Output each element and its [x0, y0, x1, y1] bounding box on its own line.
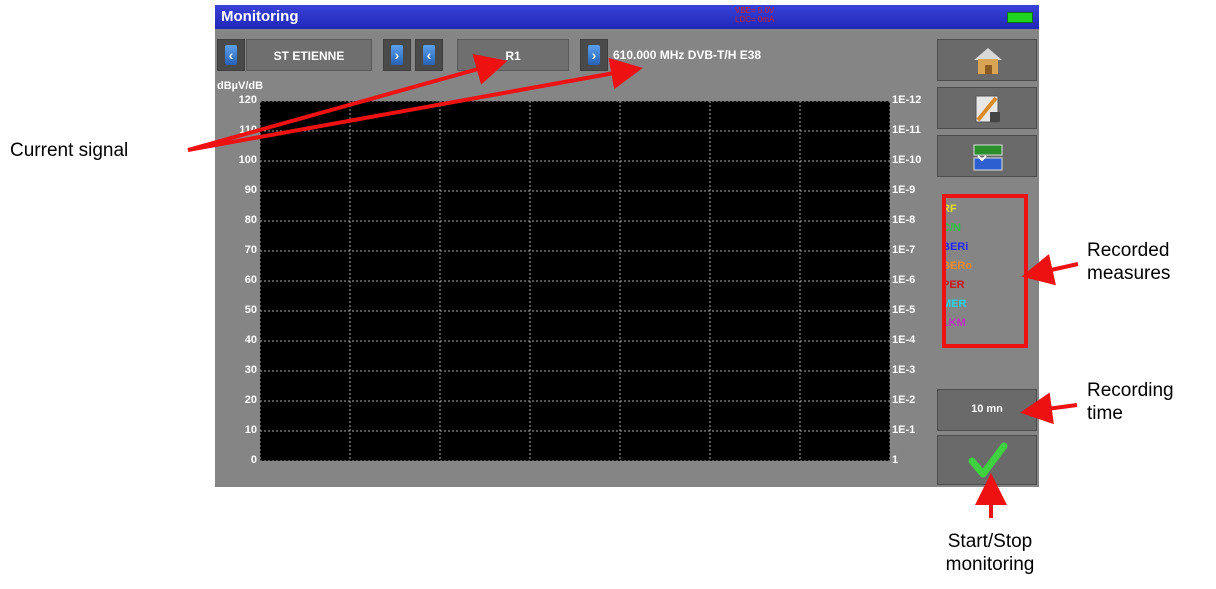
y-tick-left: 10: [244, 424, 257, 436]
y-tick-left: 40: [244, 334, 257, 346]
y-axis-unit: dBµV/dB: [217, 80, 264, 92]
y-tick-left: 20: [244, 394, 257, 406]
y-tick-right: 1E-12: [892, 94, 922, 106]
power-status: VBE= 5.0V LDC= 0mA: [735, 6, 774, 24]
start-stop-button[interactable]: [937, 435, 1037, 485]
site-label: ST ETIENNE: [273, 49, 345, 63]
callout-recording-time-line2: time: [1087, 403, 1123, 424]
monitoring-plot: [260, 101, 890, 461]
y-tick-right: 1E-1: [892, 424, 916, 436]
recording-time-value: 10 mn: [971, 403, 1003, 415]
next-site-button[interactable]: ›: [383, 39, 411, 71]
y-tick-left: 70: [244, 244, 257, 256]
status-current: LDC= 0mA: [735, 15, 775, 24]
prev-channel-button[interactable]: ‹: [415, 39, 443, 71]
measure-legend: RF C/N BERi BERo PER MER LKM: [942, 195, 1024, 345]
callout-recorded-measures-line2: measures: [1087, 263, 1171, 284]
legend-item-beri: BERi: [942, 241, 969, 253]
chevron-left-icon: ‹: [423, 45, 435, 65]
home-icon: [974, 48, 1002, 74]
y-tick-right: 1E-7: [892, 244, 916, 256]
y-tick-right: 1: [892, 454, 899, 466]
y-tick-right: 1E-9: [892, 184, 916, 196]
channel-label: R1: [505, 49, 521, 63]
callout-current-signal: Current signal: [10, 140, 129, 161]
device-screen: Monitoring VBE= 5.0V LDC= 0mA ‹ ST ETIEN…: [215, 5, 1039, 487]
y-tick-right: 1E-6: [892, 274, 916, 286]
y-tick-left: 50: [244, 304, 257, 316]
y-tick-left: 110: [239, 124, 257, 136]
callout-start-stop-line2: monitoring: [945, 554, 1035, 575]
y-tick-left: 30: [244, 364, 257, 376]
y-tick-left: 120: [238, 94, 257, 106]
home-button[interactable]: [937, 39, 1037, 81]
callout-start-stop: Start/Stop monitoring: [932, 530, 1048, 576]
legend-item-bero: BERo: [942, 260, 972, 272]
window-title: Monitoring: [221, 8, 299, 25]
callout-recording-time-line1: Recording: [1087, 380, 1174, 401]
y-tick-right: 1E-3: [892, 364, 916, 376]
y-tick-right: 1E-11: [892, 124, 921, 136]
status-voltage: VBE= 5.0V: [735, 6, 775, 15]
next-channel-button[interactable]: ›: [580, 39, 608, 71]
y-tick-right: 1E-5: [892, 304, 916, 316]
frequency-info: 610.000 MHz DVB-T/H E38: [613, 48, 762, 62]
y-tick-left: 60: [244, 274, 257, 286]
legend-item-lkm: LKM: [942, 317, 966, 329]
legend-item-per: PER: [942, 279, 965, 291]
legend-item-rf: RF: [942, 203, 957, 215]
y-tick-left: 90: [244, 184, 257, 196]
chevron-left-icon: ‹: [225, 45, 237, 65]
battery-icon: [1007, 12, 1033, 23]
callout-recording-time: Recording time: [1087, 379, 1174, 425]
prev-site-button[interactable]: ‹: [217, 39, 245, 71]
y-tick-right: 1E-4: [892, 334, 916, 346]
chevron-right-icon: ›: [391, 45, 403, 65]
legend-item-cn: C/N: [942, 222, 961, 234]
y-tick-right: 1E-2: [892, 394, 916, 406]
y-tick-left: 0: [250, 454, 257, 466]
display-switch-icon: [973, 144, 1003, 171]
tools-button[interactable]: [937, 87, 1037, 129]
y-tick-left: 80: [244, 214, 257, 226]
callout-recorded-measures-line1: Recorded: [1087, 240, 1170, 261]
chevron-right-icon: ›: [588, 45, 600, 65]
y-tick-right: 1E-8: [892, 214, 916, 226]
y-tick-right: 1E-10: [892, 154, 922, 166]
callout-start-stop-line1: Start/Stop: [947, 531, 1033, 552]
tools-icon: [975, 95, 1000, 123]
title-bar: Monitoring VBE= 5.0V LDC= 0mA: [215, 5, 1039, 29]
site-selector[interactable]: ST ETIENNE: [246, 39, 372, 71]
checkmark-icon: [968, 442, 1008, 478]
legend-item-mer: MER: [942, 298, 967, 310]
channel-selector[interactable]: R1: [457, 39, 569, 71]
y-tick-left: 100: [238, 154, 257, 166]
arrow-to-legend: [1021, 254, 1079, 286]
callout-recorded-measures: Recorded measures: [1087, 239, 1170, 285]
display-mode-button[interactable]: [937, 135, 1037, 177]
recording-time-button[interactable]: 10 mn: [937, 389, 1037, 431]
